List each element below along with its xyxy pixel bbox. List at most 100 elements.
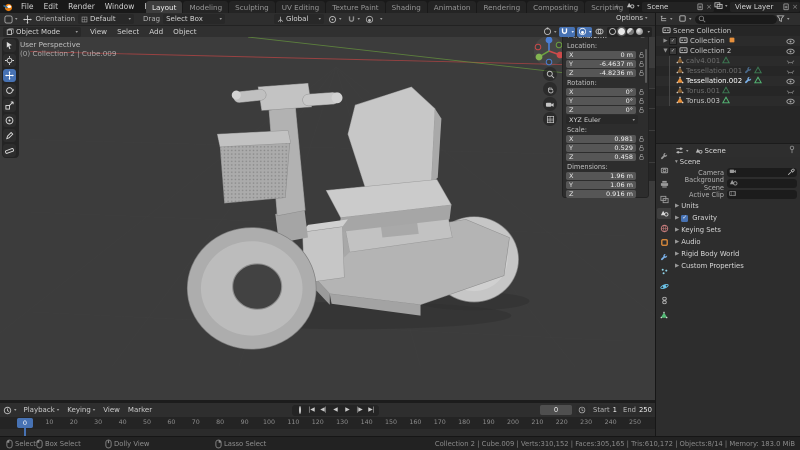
outliner-filter-object-icon[interactable]: ▾ [678, 14, 692, 23]
pan-view-icon[interactable] [543, 82, 557, 96]
outliner-row-torus-001[interactable]: Torus.001 [656, 86, 800, 96]
properties-tab-view-layer[interactable] [657, 194, 671, 205]
eye-closed-icon[interactable] [786, 56, 795, 66]
options-button[interactable]: Options▾ [616, 14, 648, 22]
shading-solid-icon[interactable] [618, 28, 625, 35]
eye-icon[interactable] [786, 46, 795, 56]
proportional-toggle-icon[interactable]: ▾ [577, 27, 593, 37]
current-frame-field[interactable]: 0 [540, 405, 572, 415]
eye-closed-icon[interactable] [786, 86, 795, 96]
properties-tab-tool[interactable] [657, 150, 671, 161]
playhead-badge[interactable]: 0 [17, 418, 33, 428]
outliner-filter-icon[interactable]: ▾ [776, 14, 790, 23]
next-keyframe-button[interactable]: |▶ [354, 407, 365, 413]
timeline-tracks[interactable] [0, 429, 655, 436]
workspace-tab-animation[interactable]: Animation [428, 1, 477, 13]
lock-icon[interactable] [638, 106, 645, 114]
proportional-falloff-caret[interactable]: ▾ [380, 17, 383, 22]
workspace-tab-compositing[interactable]: Compositing [527, 1, 584, 13]
snap-toggle-icon[interactable]: ▾ [559, 27, 575, 37]
viewport-menu-add[interactable]: Add [144, 27, 168, 36]
camera-input[interactable] [727, 168, 797, 177]
menu-render[interactable]: Render [63, 2, 100, 11]
unlink-scene-icon[interactable]: × [706, 3, 712, 11]
panel-gravity[interactable]: ▶✓Gravity [672, 212, 800, 224]
timeline-menu-marker[interactable]: Marker [124, 406, 156, 414]
sidebar-tab-view[interactable]: View [649, 109, 655, 130]
lock-icon[interactable] [638, 153, 645, 161]
properties-tab-constraints[interactable] [657, 295, 671, 306]
shading-material-icon[interactable] [627, 28, 634, 35]
properties-tab-object-data[interactable] [657, 310, 671, 321]
lock-icon[interactable] [638, 135, 645, 143]
eyedropper-icon[interactable] [787, 168, 795, 178]
panel-units[interactable]: ▶Units [672, 200, 800, 212]
active-clip-input[interactable] [727, 190, 797, 199]
timeline-menu-view[interactable]: View [99, 406, 124, 414]
exclude-checkbox[interactable]: ✓ [669, 37, 677, 45]
tool-rotate[interactable] [3, 84, 16, 97]
outliner-search-input[interactable] [695, 15, 777, 24]
playhead-line[interactable] [24, 427, 25, 436]
outliner-row-scene-collection[interactable]: Scene Collection [656, 26, 800, 36]
eye-icon[interactable] [786, 96, 795, 106]
overlays-icon[interactable] [594, 27, 605, 37]
orientation-dropdown[interactable]: Default▾ [78, 14, 134, 24]
properties-tab-particles[interactable] [657, 266, 671, 277]
rotation-x-slider[interactable]: X0° [566, 88, 645, 96]
sidebar-tab-tool[interactable]: Tool [649, 89, 655, 107]
tool-select-box[interactable] [3, 39, 16, 52]
tool-annotate[interactable] [3, 129, 16, 142]
blender-logo-icon[interactable] [3, 2, 13, 14]
outliner-row-collection[interactable]: ▶✓Collection [656, 36, 800, 46]
timeline-editor-type-icon[interactable]: ▾ [3, 406, 17, 415]
eye-icon[interactable] [786, 76, 795, 86]
active-tool-icon[interactable]: ▾ [3, 14, 19, 24]
view-layer-icon[interactable]: ▾ [714, 1, 728, 10]
tool-cursor-3d[interactable] [3, 54, 16, 67]
pivot-point-icon[interactable]: ▾ [327, 14, 343, 24]
background-scene-input[interactable] [727, 179, 797, 188]
shading-rendered-icon[interactable] [636, 28, 643, 35]
viewport-3d[interactable]: User Perspective (0) Collection 2 | Cube… [0, 37, 655, 400]
perspective-toggle-icon[interactable] [543, 112, 557, 126]
autokey-record-button[interactable] [294, 407, 305, 413]
outliner-display-mode-icon[interactable]: ▾ [659, 14, 673, 23]
workspace-tab-uv-editing[interactable]: UV Editing [276, 1, 326, 13]
disclosure-icon[interactable]: ▶ [662, 38, 669, 44]
play-button[interactable]: ▶ [342, 407, 353, 413]
frame-start-button[interactable]: Start1 [590, 405, 620, 415]
menu-window[interactable]: Window [100, 2, 140, 11]
rotation-mode-dropdown[interactable]: XYZ Euler▾ [566, 115, 638, 124]
outliner-row-torus-003[interactable]: Torus.003 [656, 96, 800, 106]
viewport-menu-object[interactable]: Object [168, 27, 201, 36]
lock-icon[interactable] [638, 97, 645, 105]
prev-keyframe-button[interactable]: ◀| [318, 407, 329, 413]
add-workspace-button[interactable]: + [614, 3, 620, 11]
eye-closed-icon[interactable] [786, 66, 795, 76]
properties-tab-object[interactable] [657, 237, 671, 248]
lock-icon[interactable] [638, 60, 645, 68]
outliner-row-collection-2[interactable]: ▼✓Collection 2 [656, 46, 800, 56]
workspace-tab-layout[interactable]: Layout [146, 1, 182, 13]
jump-end-button[interactable]: ▶| [366, 407, 377, 413]
frame-end-button[interactable]: End250 [622, 405, 653, 415]
dimensions-z-slider[interactable]: Z0.916 m [566, 190, 645, 198]
properties-tab-modifiers[interactable] [657, 252, 671, 263]
gizmo-dropdown-icon[interactable]: ▾ [542, 27, 558, 37]
shading-wireframe-icon[interactable] [609, 28, 616, 35]
tool-scale[interactable] [3, 99, 16, 112]
sidebar-tab-item[interactable]: Item [649, 68, 655, 88]
dimensions-x-slider[interactable]: X1.96 m [566, 172, 645, 180]
camera-view-icon[interactable] [543, 97, 557, 111]
lock-icon[interactable] [638, 51, 645, 59]
tool-measure[interactable] [3, 144, 16, 157]
jump-start-button[interactable]: |◀ [306, 407, 317, 413]
workspace-tab-rendering[interactable]: Rendering [477, 1, 526, 13]
panel-custom-properties[interactable]: ▶Custom Properties [672, 260, 800, 272]
remove-view-layer-icon[interactable]: × [792, 3, 798, 11]
properties-tab-output[interactable] [657, 179, 671, 190]
viewport-menu-select[interactable]: Select [112, 27, 144, 36]
zoom-view-icon[interactable] [543, 67, 557, 81]
tool-transform[interactable] [3, 114, 16, 127]
